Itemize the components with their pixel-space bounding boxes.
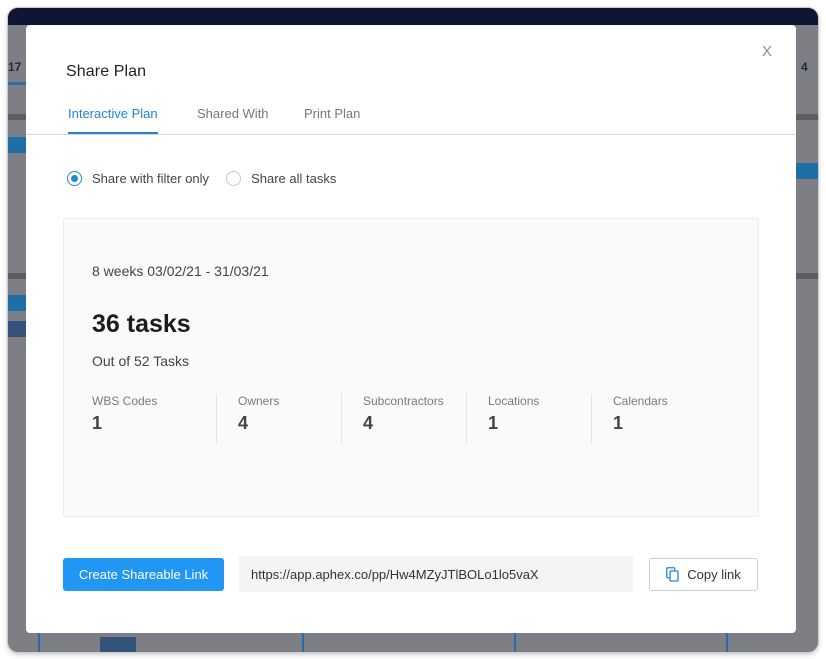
stat-value: 4	[363, 413, 374, 433]
bg-gridline	[38, 633, 40, 652]
date-range: 8 weeks 03/02/21 - 31/03/21	[92, 263, 269, 279]
close-icon[interactable]: X	[760, 43, 774, 61]
summary-stats: WBS Codes 1 Owners 4 Subcontractors 4 Lo…	[92, 394, 717, 443]
stat-subcontractors: Subcontractors 4	[342, 394, 467, 443]
bg-row-divider	[8, 114, 26, 120]
bg-task-bar	[100, 637, 136, 652]
bg-gridline	[514, 633, 516, 652]
stat-value: 1	[488, 413, 499, 433]
bg-task-bar	[8, 295, 26, 311]
stat-locations: Locations 1	[467, 394, 592, 443]
bg-week-number: 17	[8, 60, 22, 74]
modal-title: Share Plan	[66, 63, 147, 80]
bg-task-bar	[8, 137, 26, 153]
radio-label: Share with filter only	[92, 171, 210, 186]
tab-shared-with[interactable]: Shared With	[197, 106, 269, 134]
stat-label: Subcontractors	[363, 394, 444, 408]
bg-header-underline	[8, 82, 26, 85]
radio-share-filter-only[interactable]: Share with filter only	[67, 171, 209, 186]
stat-label: Owners	[238, 394, 280, 408]
stat-value: 1	[613, 413, 624, 433]
bg-row-divider	[8, 273, 26, 279]
bg-row-divider	[796, 273, 818, 279]
tab-interactive-plan[interactable]: Interactive Plan	[68, 106, 158, 134]
copy-link-label: Copy link	[687, 567, 741, 582]
share-url-field[interactable]	[239, 556, 633, 592]
radio-checked-icon[interactable]	[67, 171, 82, 186]
bg-week-number: 4	[801, 60, 808, 74]
stat-owners: Owners 4	[217, 394, 342, 443]
bg-row-divider	[796, 114, 818, 120]
create-shareable-link-button[interactable]: Create Shareable Link	[63, 558, 224, 591]
app-top-bar	[8, 8, 818, 25]
stat-label: Calendars	[613, 394, 668, 408]
tab-print-plan[interactable]: Print Plan	[304, 106, 360, 134]
bg-task-bar	[8, 321, 26, 337]
radio-label: Share all tasks	[251, 171, 337, 186]
stat-calendars: Calendars 1	[592, 394, 717, 443]
bg-gridline	[726, 633, 728, 652]
copy-icon	[666, 567, 679, 582]
bg-task-bar	[796, 163, 818, 179]
stat-wbs-codes: WBS Codes 1	[92, 394, 217, 443]
total-tasks: Out of 52 Tasks	[92, 353, 190, 369]
bg-gridline	[302, 633, 304, 652]
radio-unchecked-icon[interactable]	[226, 171, 242, 186]
stat-label: Locations	[488, 394, 540, 408]
share-plan-modal: X Share Plan Interactive Plan Shared Wit…	[26, 25, 796, 633]
stat-label: WBS Codes	[92, 394, 158, 408]
task-count: 36 tasks	[92, 310, 191, 338]
copy-link-button[interactable]: Copy link	[649, 558, 758, 591]
stat-value: 4	[238, 413, 249, 433]
stat-value: 1	[92, 413, 103, 433]
plan-summary-panel: 8 weeks 03/02/21 - 31/03/21 36 tasks Out…	[63, 218, 759, 517]
tab-bar: Interactive Plan Shared With Print Plan	[26, 103, 796, 135]
radio-share-all-tasks[interactable]: Share all tasks	[226, 171, 336, 186]
share-scope-options: Share with filter only Share all tasks	[67, 171, 353, 186]
